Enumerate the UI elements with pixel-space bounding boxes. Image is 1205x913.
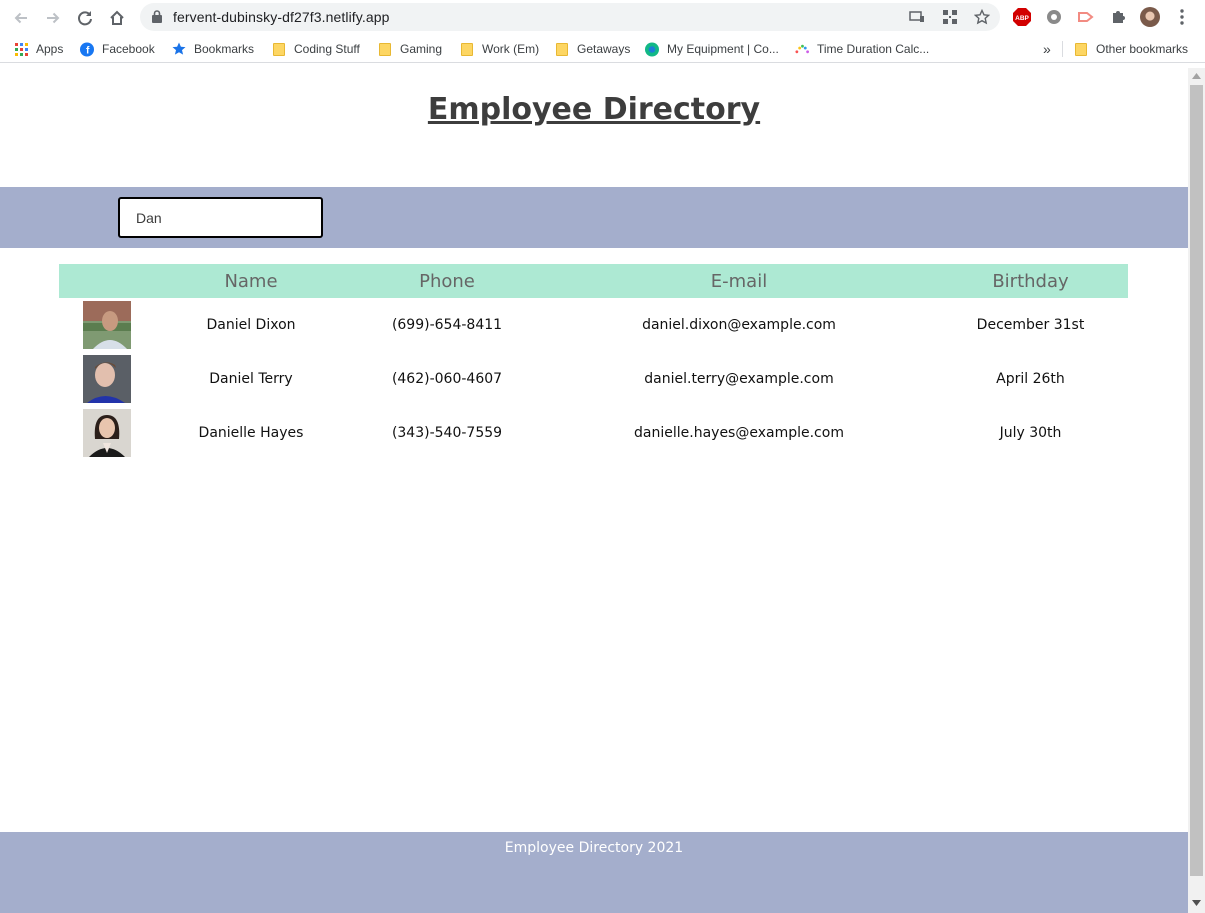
adblock-plus-icon[interactable]: ABP (1012, 7, 1032, 27)
address-bar[interactable]: fervent-dubinsky-df27f3.netlify.app (140, 3, 1000, 31)
employee-photo (83, 409, 131, 457)
employee-table: Name Phone E-mail Birthday Daniel Dixon … (59, 264, 1128, 460)
scroll-down-arrow-icon[interactable] (1192, 900, 1201, 906)
page-viewport: Employee Directory Name Phone E-mail Bir… (0, 68, 1188, 913)
bookmarks-bar: Apps f Facebook Bookmarks Coding Stuff G… (0, 36, 1205, 63)
page-footer: Employee Directory 2021 (0, 832, 1188, 913)
gear-extension-icon[interactable] (1044, 7, 1064, 27)
table-header-row: Name Phone E-mail Birthday (59, 264, 1128, 298)
apps-grid-icon (14, 42, 28, 56)
folder-icon (378, 42, 392, 56)
employee-email: danielle.hayes@example.com (634, 425, 844, 441)
url-text: fervent-dubinsky-df27f3.netlify.app (173, 9, 390, 25)
search-input[interactable] (118, 197, 323, 238)
search-band (0, 187, 1188, 248)
column-header-email[interactable]: E-mail (545, 264, 933, 298)
bookmark-star-icon[interactable] (973, 9, 991, 25)
menu-kebab-icon[interactable] (1172, 7, 1192, 27)
folder-icon (555, 42, 569, 56)
column-header-image[interactable] (59, 264, 153, 298)
home-button[interactable] (105, 6, 129, 30)
back-arrow-icon (14, 12, 27, 24)
avatar-cell (59, 406, 153, 460)
footer-text: Employee Directory 2021 (504, 840, 684, 856)
profile-avatar-icon[interactable] (1140, 7, 1160, 27)
reload-icon (78, 11, 92, 26)
employee-photo (83, 301, 131, 349)
bookmarks-divider (1062, 41, 1063, 57)
bookmark-gaming[interactable]: Gaming (378, 40, 442, 58)
avatar-cell (59, 352, 153, 406)
vertical-scrollbar[interactable] (1188, 68, 1205, 913)
avatar-cell (59, 298, 153, 352)
employee-name: Daniel Dixon (206, 317, 296, 333)
employee-phone: (699)-654-8411 (391, 317, 503, 333)
site-icon (795, 42, 809, 56)
bookmark-bookmarks[interactable]: Bookmarks (172, 40, 254, 58)
bookmark-facebook[interactable]: f Facebook (80, 40, 155, 58)
employee-phone: (343)-540-7559 (391, 425, 503, 441)
bookmark-other-bookmarks[interactable]: Other bookmarks (1074, 40, 1188, 58)
cast-icon[interactable] (908, 9, 926, 25)
column-header-phone[interactable]: Phone (349, 264, 545, 298)
employee-birthday: July 30th (999, 425, 1062, 441)
star-icon (172, 42, 186, 56)
qr-code-icon[interactable] (941, 9, 959, 25)
bookmark-my-equipment[interactable]: My Equipment | Co... (645, 40, 779, 58)
bookmark-time-duration[interactable]: Time Duration Calc... (795, 40, 929, 58)
folder-icon (460, 42, 474, 56)
column-header-name[interactable]: Name (153, 264, 349, 298)
employee-birthday: December 31st (976, 317, 1085, 333)
folder-icon (272, 42, 286, 56)
table-row: Daniel Terry (462)-060-4607 daniel.terry… (59, 352, 1128, 406)
svg-text:ABP: ABP (1015, 15, 1029, 22)
folder-icon (1074, 42, 1088, 56)
scrollbar-thumb[interactable] (1190, 85, 1203, 876)
bookmarks-overflow-button[interactable]: » (1043, 40, 1051, 58)
employee-phone: (462)-060-4607 (391, 371, 503, 387)
employee-email: daniel.dixon@example.com (642, 317, 836, 333)
scroll-up-arrow-icon[interactable] (1192, 73, 1201, 79)
bookmark-getaways[interactable]: Getaways (555, 40, 630, 58)
bookmark-apps[interactable]: Apps (14, 40, 63, 58)
svg-text:f: f (86, 45, 90, 56)
browser-toolbar: fervent-dubinsky-df27f3.netlify.app ABP (0, 0, 1205, 36)
site-icon (645, 42, 659, 56)
bookmark-coding-stuff[interactable]: Coding Stuff (272, 40, 360, 58)
column-header-birthday[interactable]: Birthday (933, 264, 1128, 298)
facebook-icon: f (80, 42, 94, 56)
employee-email: daniel.terry@example.com (644, 371, 834, 387)
bookmark-work-em[interactable]: Work (Em) (460, 40, 539, 58)
forward-button[interactable] (41, 6, 65, 30)
cast-extension-icon[interactable] (1076, 7, 1096, 27)
table-row: Daniel Dixon (699)-654-8411 daniel.dixon… (59, 298, 1128, 352)
employee-birthday: April 26th (996, 371, 1065, 387)
employee-name: Danielle Hayes (198, 425, 304, 441)
table-row: Danielle Hayes (343)-540-7559 danielle.h… (59, 406, 1128, 460)
reload-button[interactable] (73, 6, 97, 30)
page-title: Employee Directory (427, 92, 761, 127)
employee-name: Daniel Terry (209, 371, 293, 387)
lock-icon (152, 10, 162, 23)
puzzle-extensions-icon[interactable] (1108, 7, 1128, 27)
employee-table-container: Name Phone E-mail Birthday Daniel Dixon … (59, 264, 1128, 460)
employee-photo (83, 355, 131, 403)
back-button[interactable] (9, 6, 33, 30)
home-icon (110, 10, 124, 25)
forward-arrow-icon (47, 12, 60, 24)
